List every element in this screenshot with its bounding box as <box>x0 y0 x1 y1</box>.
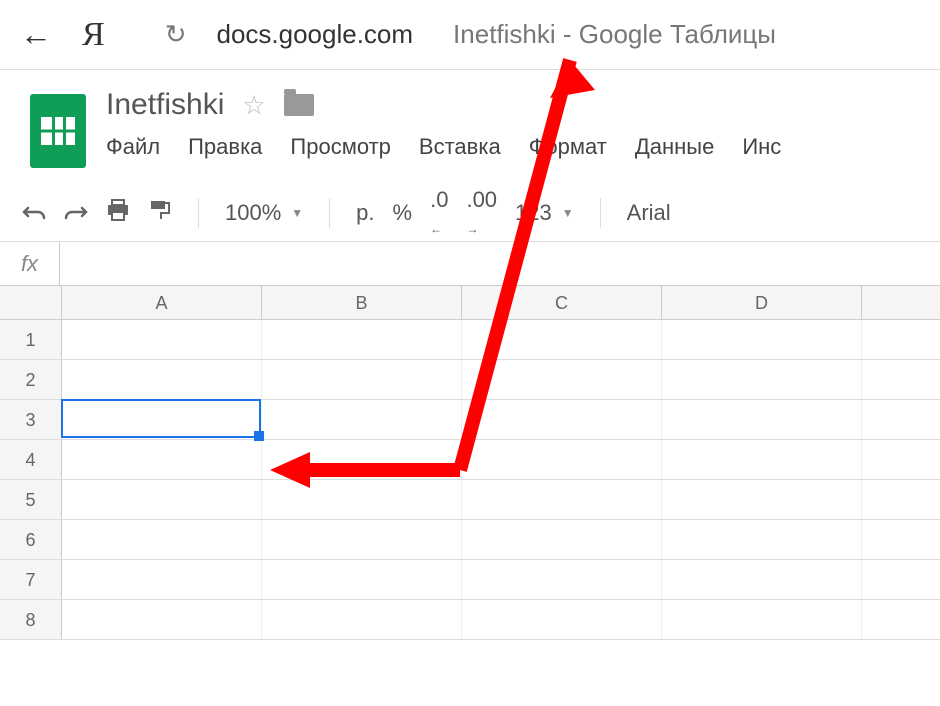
percent-button[interactable]: % <box>393 200 413 226</box>
font-name: Arial <box>627 200 671 226</box>
cell[interactable] <box>62 360 262 399</box>
table-row: 6 <box>0 520 940 560</box>
cell[interactable] <box>462 320 662 359</box>
browser-address-bar: ← Я ↻ docs.google.com Inetfishki - Googl… <box>0 0 940 70</box>
cell[interactable] <box>662 320 862 359</box>
menu-edit[interactable]: Правка <box>188 134 262 160</box>
cell[interactable] <box>62 520 262 559</box>
number-format-dropdown[interactable]: 123 ▼ <box>515 200 574 226</box>
cell[interactable] <box>662 560 862 599</box>
cell[interactable] <box>62 400 262 439</box>
table-row: 1 <box>0 320 940 360</box>
spreadsheet-grid: A B C D 12345678 <box>0 286 940 640</box>
toolbar-separator <box>600 198 601 228</box>
menu-insert[interactable]: Вставка <box>419 134 501 160</box>
cell[interactable] <box>662 440 862 479</box>
print-icon[interactable] <box>106 199 130 227</box>
row-header[interactable]: 1 <box>0 320 62 359</box>
document-header: Inetfishki ☆ Файл Правка Просмотр Вставк… <box>0 70 940 168</box>
folder-icon[interactable] <box>284 94 314 116</box>
cell[interactable] <box>62 440 262 479</box>
row-header[interactable]: 3 <box>0 400 62 439</box>
increase-decimal-button[interactable]: .00→ <box>466 187 497 239</box>
row-header[interactable]: 7 <box>0 560 62 599</box>
cell[interactable] <box>662 480 862 519</box>
toolbar-separator <box>329 198 330 228</box>
fx-label: fx <box>0 242 60 285</box>
cell[interactable] <box>462 480 662 519</box>
chevron-down-icon: ▼ <box>291 206 303 220</box>
cell[interactable] <box>462 440 662 479</box>
document-title[interactable]: Inetfishki <box>106 88 224 122</box>
decrease-decimal-button[interactable]: .0← <box>430 187 448 239</box>
menu-view[interactable]: Просмотр <box>290 134 390 160</box>
paint-format-icon[interactable] <box>148 199 172 227</box>
cell[interactable] <box>262 360 462 399</box>
cell[interactable] <box>62 320 262 359</box>
cell[interactable] <box>462 520 662 559</box>
reload-icon[interactable]: ↻ <box>165 19 187 50</box>
table-row: 5 <box>0 480 940 520</box>
url-domain[interactable]: docs.google.com <box>216 19 413 50</box>
table-row: 7 <box>0 560 940 600</box>
cell[interactable] <box>262 560 462 599</box>
cell[interactable] <box>62 480 262 519</box>
font-dropdown[interactable]: Arial <box>627 200 671 226</box>
cell[interactable] <box>262 600 462 639</box>
column-header-d[interactable]: D <box>662 286 862 319</box>
select-all-corner[interactable] <box>0 286 62 319</box>
undo-icon[interactable] <box>22 200 46 226</box>
row-header[interactable]: 6 <box>0 520 62 559</box>
menu-bar: Файл Правка Просмотр Вставка Формат Данн… <box>106 134 781 160</box>
url-page-title: Inetfishki - Google Таблицы <box>453 19 776 50</box>
redo-icon[interactable] <box>64 200 88 226</box>
cell[interactable] <box>262 320 462 359</box>
row-header[interactable]: 8 <box>0 600 62 639</box>
toolbar: 100% ▼ р. % .0← .00→ 123 ▼ Arial <box>0 184 940 242</box>
chevron-down-icon: ▼ <box>562 206 574 220</box>
zoom-dropdown[interactable]: 100% ▼ <box>225 200 303 226</box>
format-123-label: 123 <box>515 200 552 226</box>
cell[interactable] <box>662 600 862 639</box>
star-icon[interactable]: ☆ <box>242 90 265 121</box>
cell[interactable] <box>462 600 662 639</box>
column-header-b[interactable]: B <box>262 286 462 319</box>
column-header-a[interactable]: A <box>62 286 262 319</box>
cell[interactable] <box>262 400 462 439</box>
cell[interactable] <box>62 600 262 639</box>
table-row: 3 <box>0 400 940 440</box>
row-header[interactable]: 5 <box>0 480 62 519</box>
row-header[interactable]: 2 <box>0 360 62 399</box>
google-sheets-icon[interactable] <box>30 94 86 168</box>
cell[interactable] <box>262 520 462 559</box>
currency-button[interactable]: р. <box>356 200 374 226</box>
zoom-value: 100% <box>225 200 281 226</box>
cell[interactable] <box>262 480 462 519</box>
back-icon[interactable]: ← <box>20 16 52 53</box>
menu-tools[interactable]: Инс <box>742 134 781 160</box>
menu-data[interactable]: Данные <box>635 134 714 160</box>
menu-file[interactable]: Файл <box>106 134 160 160</box>
formula-input[interactable] <box>60 242 940 285</box>
cell[interactable] <box>462 400 662 439</box>
table-row: 2 <box>0 360 940 400</box>
column-header-c[interactable]: C <box>462 286 662 319</box>
cell[interactable] <box>462 360 662 399</box>
cell[interactable] <box>662 400 862 439</box>
toolbar-separator <box>198 198 199 228</box>
table-row: 4 <box>0 440 940 480</box>
cell[interactable] <box>262 440 462 479</box>
row-header[interactable]: 4 <box>0 440 62 479</box>
yandex-logo-icon[interactable]: Я <box>82 16 105 54</box>
table-row: 8 <box>0 600 940 640</box>
cell[interactable] <box>662 360 862 399</box>
cell[interactable] <box>662 520 862 559</box>
menu-format[interactable]: Формат <box>529 134 607 160</box>
cell[interactable] <box>462 560 662 599</box>
cell[interactable] <box>62 560 262 599</box>
formula-bar: fx <box>0 242 940 286</box>
